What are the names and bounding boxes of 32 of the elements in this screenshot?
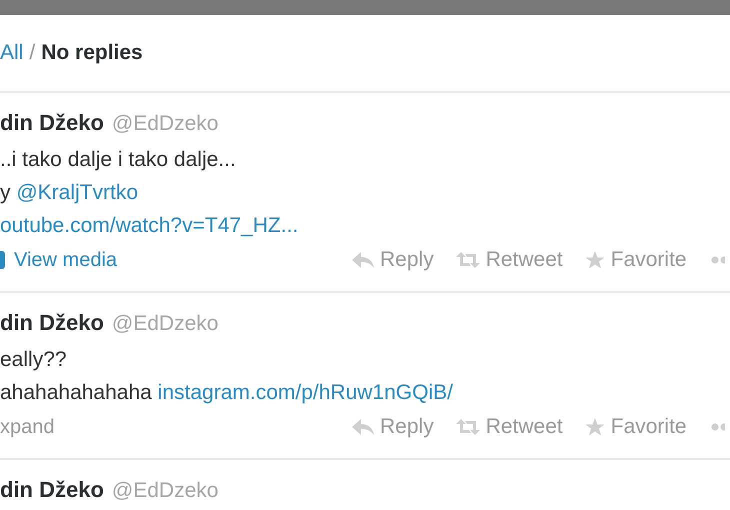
user-name[interactable]: din Džeko <box>0 477 104 503</box>
filter-link[interactable]: All <box>0 41 24 65</box>
tweet-link[interactable]: outube.com/watch?v=T47_HZ... <box>0 214 298 237</box>
view-media-link[interactable]: View media <box>0 248 352 272</box>
expand-link[interactable]: xpand <box>0 416 352 438</box>
user-handle[interactable]: @EdDzeko <box>112 112 218 136</box>
user-name[interactable]: din Džeko <box>0 110 104 136</box>
separator: / <box>29 41 36 65</box>
tweet-link[interactable]: instagram.com/p/hRuw1nGQiB/ <box>158 381 453 404</box>
filter-link[interactable]: No replies <box>41 41 143 65</box>
tweet-text: eally?? <box>0 348 67 371</box>
tweet-text: ahahahahahaha <box>0 381 153 404</box>
tweet-link[interactable]: @KraljTvrtko <box>16 181 138 204</box>
reply-arrow-icon <box>352 419 374 435</box>
more-dots-icon[interactable] <box>710 256 725 264</box>
action-link[interactable]: Retweet <box>456 248 563 272</box>
star-icon <box>584 251 605 269</box>
retweet-icon <box>456 419 480 435</box>
action-link[interactable]: Reply <box>352 248 434 272</box>
more-dots-icon[interactable] <box>710 423 725 431</box>
user-handle[interactable]: @EdDzeko <box>112 312 218 336</box>
action-link[interactable]: Retweet <box>456 415 563 439</box>
reply-arrow-icon <box>352 252 374 268</box>
user-handle[interactable]: @EdDzeko <box>112 479 218 503</box>
action-link[interactable]: Favorite <box>584 248 687 272</box>
star-icon <box>584 418 605 436</box>
tweet-text: ..i tako dalje i tako dalje... <box>0 148 236 171</box>
retweet-icon <box>456 252 480 268</box>
action-link[interactable]: Reply <box>352 415 434 439</box>
tweet-text: y <box>0 181 12 204</box>
user-name[interactable]: din Džeko <box>0 310 104 336</box>
action-link[interactable]: Favorite <box>584 415 687 439</box>
